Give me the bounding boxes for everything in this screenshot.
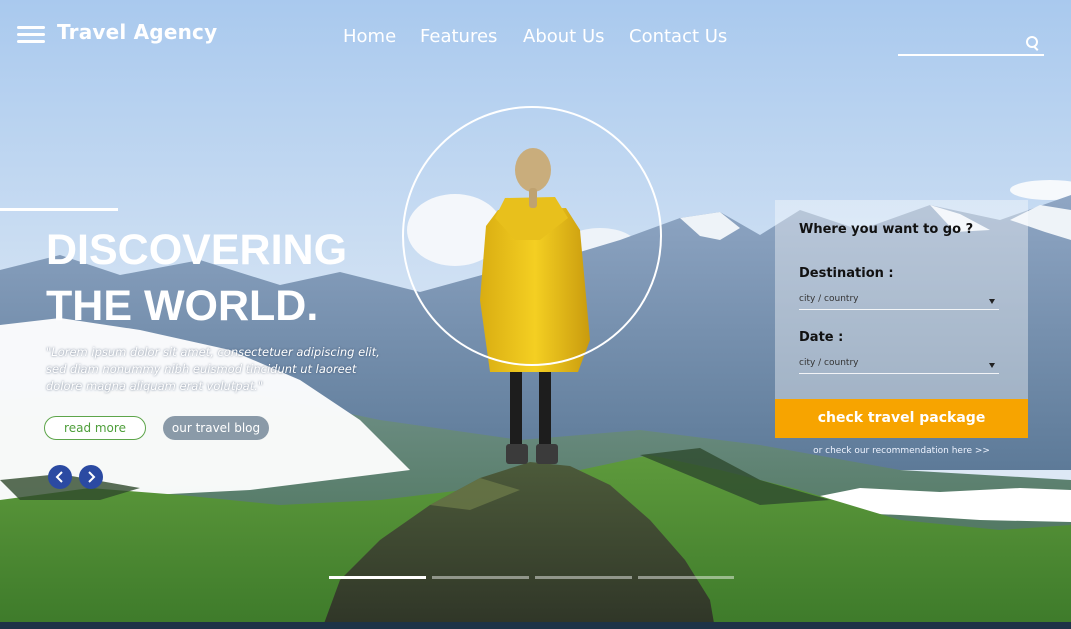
hero-description: "Lorem ipsum dolor sit amet, consectetue… (46, 345, 380, 393)
hero-circle-frame (402, 106, 662, 366)
bottom-border (0, 622, 1071, 629)
nav-contact-us[interactable]: Contact Us (629, 26, 727, 47)
destination-select[interactable]: city / country (799, 293, 999, 310)
destination-value: city / country (799, 294, 859, 304)
brand-logo-text[interactable]: Travel Agency (57, 20, 217, 44)
form-question: Where you want to go ? (799, 222, 974, 237)
destination-label: Destination : (799, 266, 894, 281)
dropdown-caret-icon (989, 363, 995, 368)
check-travel-package-button[interactable]: check travel package (775, 399, 1028, 438)
slide-indicator-2[interactable] (432, 576, 529, 579)
search-input[interactable] (898, 30, 1022, 54)
slide-indicators (329, 576, 734, 580)
recommendation-link[interactable]: or check our recommendation here >> (775, 446, 1028, 456)
search-bar (898, 30, 1044, 56)
nav-features[interactable]: Features (420, 26, 497, 47)
slide-indicator-3[interactable] (535, 576, 632, 579)
next-slide-button[interactable] (79, 465, 103, 489)
nav-about-us[interactable]: About Us (523, 26, 605, 47)
travel-blog-button[interactable]: our travel blog (163, 416, 269, 440)
booking-form: Where you want to go ? Destination : cit… (775, 200, 1028, 400)
prev-slide-button[interactable] (48, 465, 72, 489)
hero-accent-line (0, 208, 118, 211)
nav-home[interactable]: Home (343, 26, 396, 47)
hero-title-line-1: DISCOVERING (46, 226, 348, 274)
search-icon[interactable] (1026, 36, 1038, 48)
date-select[interactable]: city / country (799, 357, 999, 374)
date-value: city / country (799, 358, 859, 368)
slide-indicator-1[interactable] (329, 576, 426, 579)
dropdown-caret-icon (989, 299, 995, 304)
slide-indicator-4[interactable] (638, 576, 734, 579)
date-label: Date : (799, 330, 844, 345)
hamburger-menu-icon[interactable] (17, 26, 45, 44)
chevron-left-icon (55, 471, 63, 483)
read-more-button[interactable]: read more (44, 416, 146, 440)
hero-title-line-2: THE WORLD. (46, 282, 319, 330)
chevron-right-icon (88, 471, 96, 483)
landing-page: Travel Agency Home Features About Us Con… (0, 0, 1071, 629)
hero-title: DISCOVERING THE WORLD. (46, 222, 347, 334)
